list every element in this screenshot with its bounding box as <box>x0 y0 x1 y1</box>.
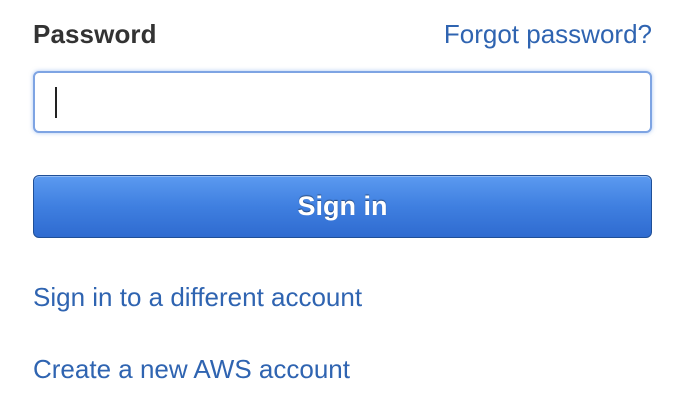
create-aws-account-link[interactable]: Create a new AWS account <box>33 354 350 385</box>
password-input[interactable] <box>33 71 652 133</box>
sign-in-different-account-link[interactable]: Sign in to a different account <box>33 282 362 313</box>
text-caret <box>55 87 57 118</box>
sign-in-button[interactable]: Sign in <box>33 175 652 238</box>
password-label: Password <box>33 18 157 49</box>
password-label-row: Password Forgot password? <box>33 14 652 54</box>
forgot-password-link[interactable]: Forgot password? <box>444 19 652 50</box>
